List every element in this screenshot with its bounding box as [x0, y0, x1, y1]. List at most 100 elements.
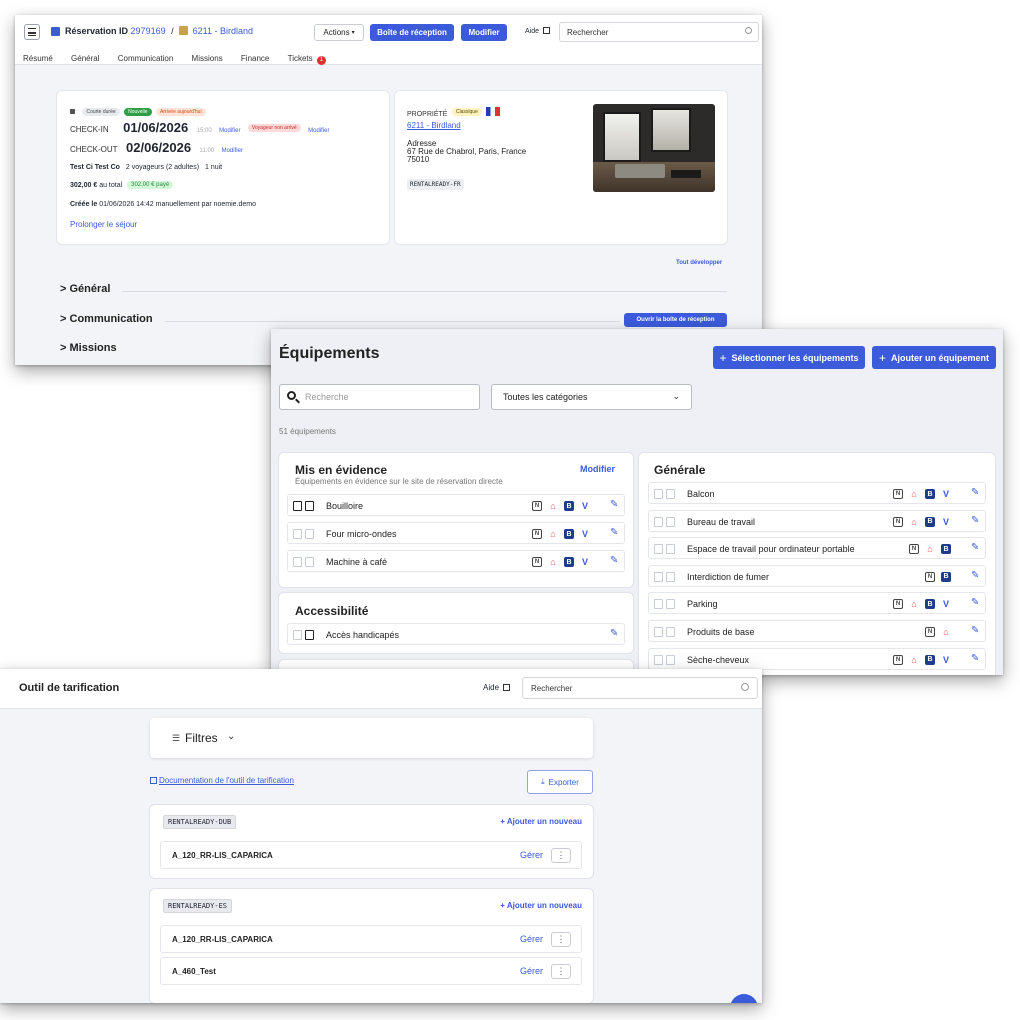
tab-missions[interactable]: Missions: [192, 54, 223, 63]
edit-pencil-icon[interactable]: ✎: [610, 628, 618, 639]
duplicate-icon[interactable]: [654, 516, 676, 528]
manage-link[interactable]: Gérer: [520, 966, 543, 976]
highlighted-modify-link[interactable]: Modifier: [580, 464, 615, 474]
help-link[interactable]: Aide: [525, 27, 550, 35]
duplicate-icon[interactable]: [293, 556, 315, 568]
chat-bubble-icon[interactable]: [730, 994, 758, 1003]
tab-communication[interactable]: Communication: [118, 54, 174, 63]
france-flag-icon: [486, 107, 501, 117]
property-header: PROPRIÉTÉ Classique: [407, 103, 501, 121]
filters-panel[interactable]: ☰ Filtres ⌄: [150, 718, 593, 758]
add-new-link[interactable]: + Ajouter un nouveau: [500, 817, 582, 826]
add-amenity-button[interactable]: + Ajouter un équipement: [872, 346, 996, 369]
pricing-doc-link[interactable]: Documentation de l'outil de tarification: [150, 776, 294, 785]
expand-all-link[interactable]: Tout développer: [676, 260, 722, 266]
tab-general[interactable]: Général: [71, 54, 99, 63]
vrbo-icon: V: [581, 557, 588, 567]
category-select[interactable]: Toutes les catégories ⌄: [491, 384, 692, 410]
edit-pencil-icon[interactable]: ✎: [610, 555, 618, 566]
manage-link[interactable]: Gérer: [520, 934, 543, 944]
duplicate-icon[interactable]: [654, 543, 676, 555]
status-modify-link[interactable]: Modifier: [308, 128, 329, 134]
duplicate-icon[interactable]: [293, 528, 315, 540]
vrbo-icon: V: [581, 529, 588, 539]
section-missions[interactable]: > Missions: [60, 342, 117, 354]
arrival-badge: Arrivée aujourd'hui: [156, 107, 206, 116]
amenity-name: Bouilloire: [326, 501, 364, 511]
amenity-name: Bureau de travail: [687, 516, 756, 527]
amenity-name: Interdiction de fumer: [687, 571, 770, 582]
plus-icon: +: [878, 350, 886, 365]
amenity-name: Four micro-ondes: [326, 529, 397, 539]
amenity-row: Bouilloire N ⌂ B V ✎: [287, 494, 625, 516]
pricing-row: A_460_Test Gérer ⋮: [160, 957, 582, 985]
edit-pencil-icon[interactable]: ✎: [971, 570, 979, 581]
edit-pencil-icon[interactable]: ✎: [971, 597, 979, 608]
booking-icon: B: [925, 654, 935, 665]
export-button[interactable]: ⤓ Exporter: [527, 770, 593, 794]
more-options-icon[interactable]: ⋮: [551, 848, 571, 863]
airbnb-icon: ⌂: [927, 544, 933, 555]
airbnb-icon: ⌂: [911, 599, 917, 610]
actions-button[interactable]: Actions ▾: [314, 24, 364, 41]
booking-n-icon: N: [893, 599, 903, 610]
checkout-date: 02/06/2026: [126, 140, 192, 155]
edit-pencil-icon[interactable]: ✎: [610, 499, 618, 510]
edit-pencil-icon[interactable]: ✎: [971, 487, 979, 498]
property-link[interactable]: 6211 - Birdland: [193, 26, 253, 36]
section-communication[interactable]: > Communication: [60, 313, 153, 325]
more-options-icon[interactable]: ⋮: [551, 932, 571, 947]
modify-button[interactable]: Modifier: [461, 24, 507, 41]
pricing-help-link[interactable]: Aide: [483, 683, 511, 692]
select-amenities-button[interactable]: + Sélectionner les équipements: [713, 346, 865, 369]
search-input[interactable]: Rechercher: [559, 22, 759, 42]
booking-n-icon: N: [909, 544, 919, 555]
checkout-row: CHECK-OUT 02/06/2026 11:00 Modifier: [70, 140, 243, 155]
vrbo-icon: V: [942, 654, 949, 665]
duplicate-icon[interactable]: [654, 598, 676, 610]
property-photo: [593, 104, 715, 192]
edit-pencil-icon[interactable]: ✎: [610, 527, 618, 538]
edit-pencil-icon[interactable]: ✎: [971, 653, 979, 664]
more-options-icon[interactable]: ⋮: [551, 964, 571, 979]
amenity-row: Accès handicapés ✎: [287, 623, 625, 645]
amenity-row: Parking N ⌂ B V ✎: [648, 592, 986, 615]
amenities-title: Équipements: [279, 345, 380, 362]
external-link-icon: [503, 684, 511, 691]
checkin-modify-link[interactable]: Modifier: [219, 128, 240, 134]
pricing-group-es: RENTALREADY-ES + Ajouter un nouveau A_12…: [150, 889, 593, 1003]
edit-pencil-icon[interactable]: ✎: [971, 515, 979, 526]
duplicate-icon[interactable]: [654, 571, 676, 583]
open-inbox-button[interactable]: Ouvrir la boîte de réception: [624, 313, 727, 327]
booking-icon: B: [564, 501, 574, 511]
manage-link[interactable]: Gérer: [520, 850, 543, 860]
duplicate-icon[interactable]: [654, 626, 676, 638]
checkout-modify-link[interactable]: Modifier: [222, 148, 243, 154]
tab-finance[interactable]: Finance: [241, 54, 269, 63]
amenity-name: Sèche-cheveux: [687, 654, 750, 665]
amenity-search-input[interactable]: Recherche: [279, 384, 480, 410]
booking-icon: B: [925, 599, 935, 610]
menu-button[interactable]: [24, 24, 40, 40]
amenity-name: Produits de base: [687, 627, 755, 637]
checkin-row: CHECK-IN 01/06/2026 15:00 Modifier Voyag…: [70, 120, 330, 135]
booking-n-icon: N: [532, 529, 542, 539]
airbnb-icon: ⌂: [550, 529, 556, 539]
booking-n-icon: N: [925, 627, 935, 637]
duplicate-icon[interactable]: [654, 654, 676, 666]
tab-tickets[interactable]: Tickets: [288, 54, 313, 63]
duplicate-icon[interactable]: [654, 488, 676, 500]
tab-summary[interactable]: Résumé: [23, 54, 53, 63]
paid-badge: 302,00 € payé: [127, 181, 174, 189]
add-new-link[interactable]: + Ajouter un nouveau: [500, 901, 582, 910]
reservation-id-link[interactable]: 2979169: [131, 26, 166, 36]
edit-pencil-icon[interactable]: ✎: [971, 542, 979, 553]
pricing-search-input[interactable]: Rechercher: [522, 677, 758, 699]
duplicate-icon[interactable]: [293, 629, 315, 641]
duplicate-icon[interactable]: [293, 500, 315, 512]
inbox-button[interactable]: Boîte de réception: [370, 24, 454, 41]
property-name-link[interactable]: 6211 - Birdland: [407, 121, 461, 130]
edit-pencil-icon[interactable]: ✎: [971, 625, 979, 636]
extend-stay-link[interactable]: Prolonger le séjour: [70, 220, 137, 229]
section-general[interactable]: > Général: [60, 283, 110, 295]
